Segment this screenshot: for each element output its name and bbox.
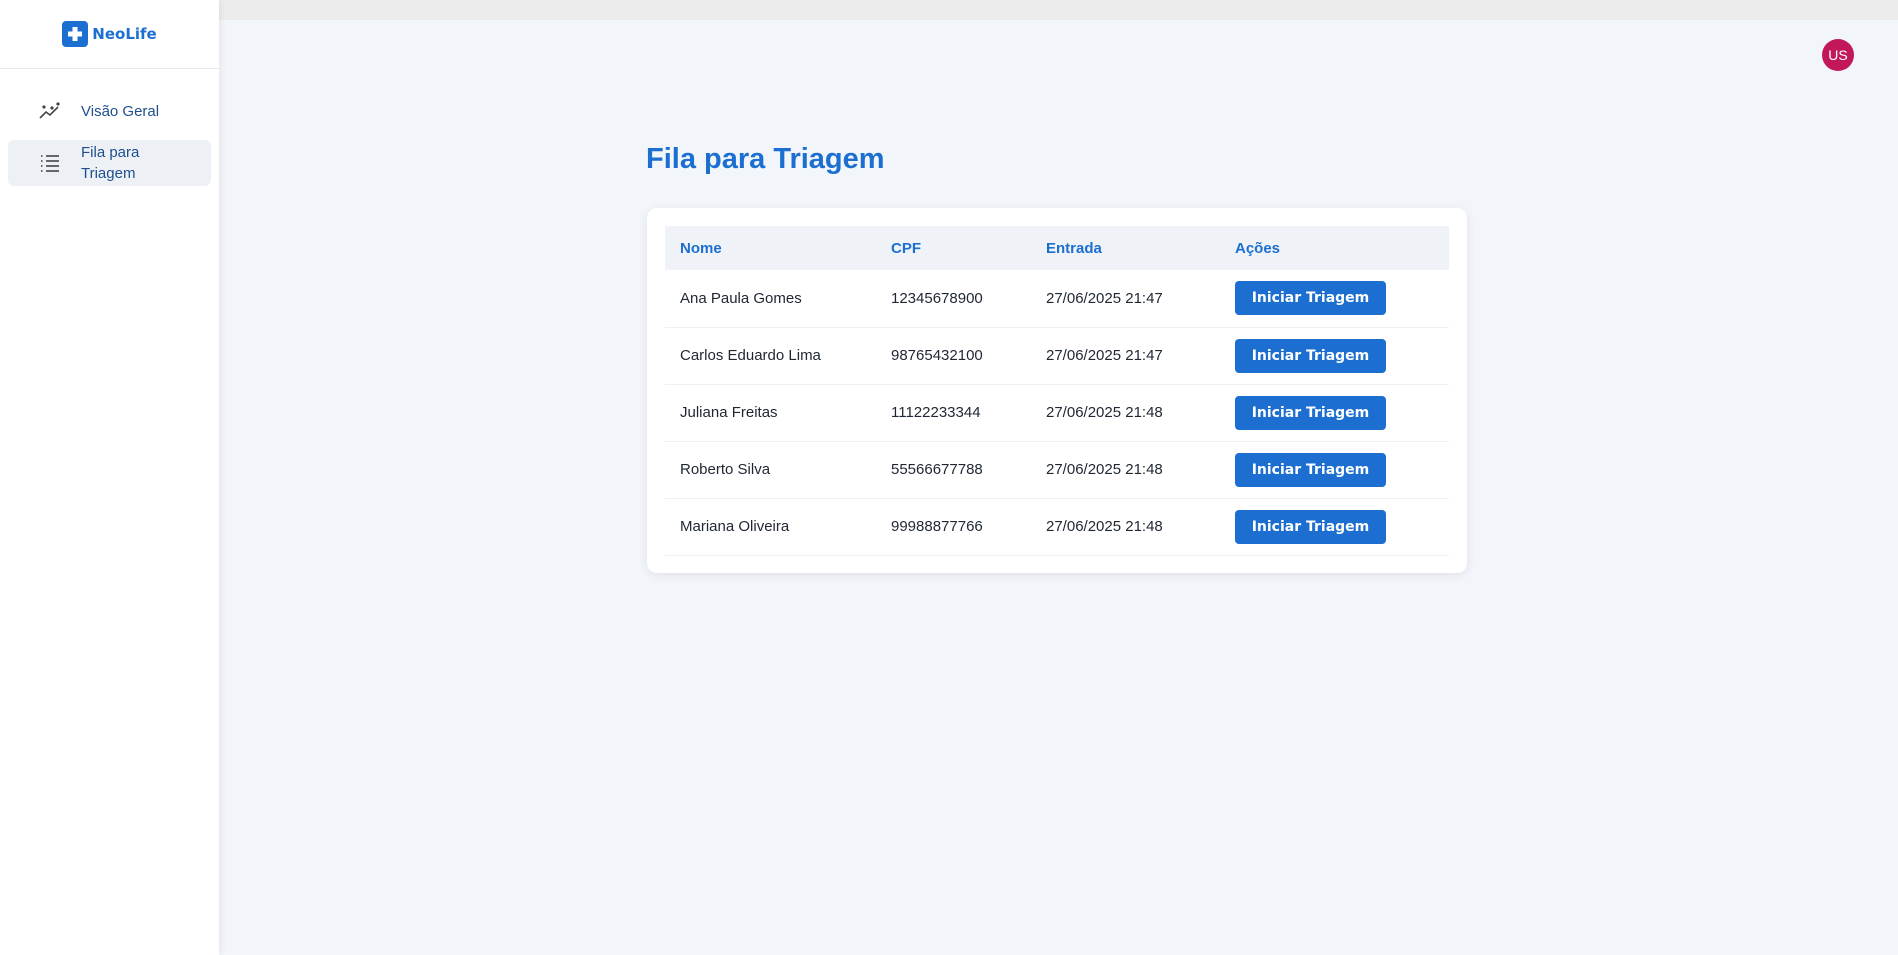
trending-chart-icon bbox=[38, 99, 62, 123]
cell-entrada: 27/06/2025 21:47 bbox=[1031, 270, 1220, 328]
cell-nome: Juliana Freitas bbox=[665, 384, 876, 442]
list-icon bbox=[38, 151, 62, 175]
queue-card: Nome CPF Entrada Ações Ana Paula Gomes 1… bbox=[647, 208, 1467, 573]
cell-nome: Mariana Oliveira bbox=[665, 498, 876, 556]
cell-nome: Ana Paula Gomes bbox=[665, 270, 876, 328]
cell-nome: Carlos Eduardo Lima bbox=[665, 327, 876, 385]
cell-entrada: 27/06/2025 21:48 bbox=[1031, 441, 1220, 499]
cell-entrada: 27/06/2025 21:48 bbox=[1031, 498, 1220, 556]
cell-cpf: 55566677788 bbox=[876, 441, 1031, 499]
brand-name: NeoLife bbox=[92, 25, 157, 43]
sidebar-nav: Visão Geral Fila para Triagem bbox=[0, 69, 219, 186]
iniciar-triagem-button[interactable]: Iniciar Triagem bbox=[1235, 452, 1386, 487]
table-row: Ana Paula Gomes 12345678900 27/06/2025 2… bbox=[665, 270, 1449, 328]
cell-acoes: Iniciar Triagem bbox=[1220, 270, 1449, 328]
column-header-cpf: CPF bbox=[891, 239, 921, 257]
cell-cpf: 99988877766 bbox=[876, 498, 1031, 556]
table-header-row: Nome CPF Entrada Ações bbox=[665, 226, 1449, 270]
iniciar-triagem-button[interactable]: Iniciar Triagem bbox=[1235, 281, 1386, 316]
column-header-nome: Nome bbox=[680, 239, 722, 257]
table-row: Roberto Silva 55566677788 27/06/2025 21:… bbox=[665, 441, 1449, 499]
iniciar-triagem-button[interactable]: Iniciar Triagem bbox=[1235, 509, 1386, 544]
queue-table: Nome CPF Entrada Ações Ana Paula Gomes 1… bbox=[665, 226, 1449, 556]
column-header-entrada: Entrada bbox=[1046, 239, 1102, 257]
user-avatar[interactable]: US bbox=[1822, 39, 1854, 71]
cell-cpf: 11122233344 bbox=[876, 384, 1031, 442]
cell-cpf: 12345678900 bbox=[876, 270, 1031, 328]
iniciar-triagem-button[interactable]: Iniciar Triagem bbox=[1235, 395, 1386, 430]
cell-cpf: 98765432100 bbox=[876, 327, 1031, 385]
brand[interactable]: NeoLife bbox=[0, 0, 219, 69]
table-row: Mariana Oliveira 99988877766 27/06/2025 … bbox=[665, 498, 1449, 556]
cell-acoes: Iniciar Triagem bbox=[1220, 327, 1449, 385]
sidebar: NeoLife Visão Geral Fila para Triagem bbox=[0, 0, 219, 955]
cell-nome: Roberto Silva bbox=[665, 441, 876, 499]
cell-acoes: Iniciar Triagem bbox=[1220, 384, 1449, 442]
page-title: Fila para Triagem bbox=[646, 143, 885, 175]
sidebar-item-label: Visão Geral bbox=[81, 102, 160, 120]
sidebar-item-fila-triagem[interactable]: Fila para Triagem bbox=[8, 140, 211, 186]
sidebar-item-visao-geral[interactable]: Visão Geral bbox=[8, 88, 211, 134]
top-bar bbox=[219, 0, 1898, 20]
sidebar-item-label: Fila para Triagem bbox=[81, 144, 140, 182]
table-row: Juliana Freitas 11122233344 27/06/2025 2… bbox=[665, 384, 1449, 442]
medical-cross-icon bbox=[62, 21, 89, 47]
cell-acoes: Iniciar Triagem bbox=[1220, 441, 1449, 499]
iniciar-triagem-button[interactable]: Iniciar Triagem bbox=[1235, 338, 1386, 373]
cell-entrada: 27/06/2025 21:47 bbox=[1031, 327, 1220, 385]
table-row: Carlos Eduardo Lima 98765432100 27/06/20… bbox=[665, 327, 1449, 385]
cell-entrada: 27/06/2025 21:48 bbox=[1031, 384, 1220, 442]
cell-acoes: Iniciar Triagem bbox=[1220, 498, 1449, 556]
column-header-acoes: Ações bbox=[1235, 239, 1281, 257]
